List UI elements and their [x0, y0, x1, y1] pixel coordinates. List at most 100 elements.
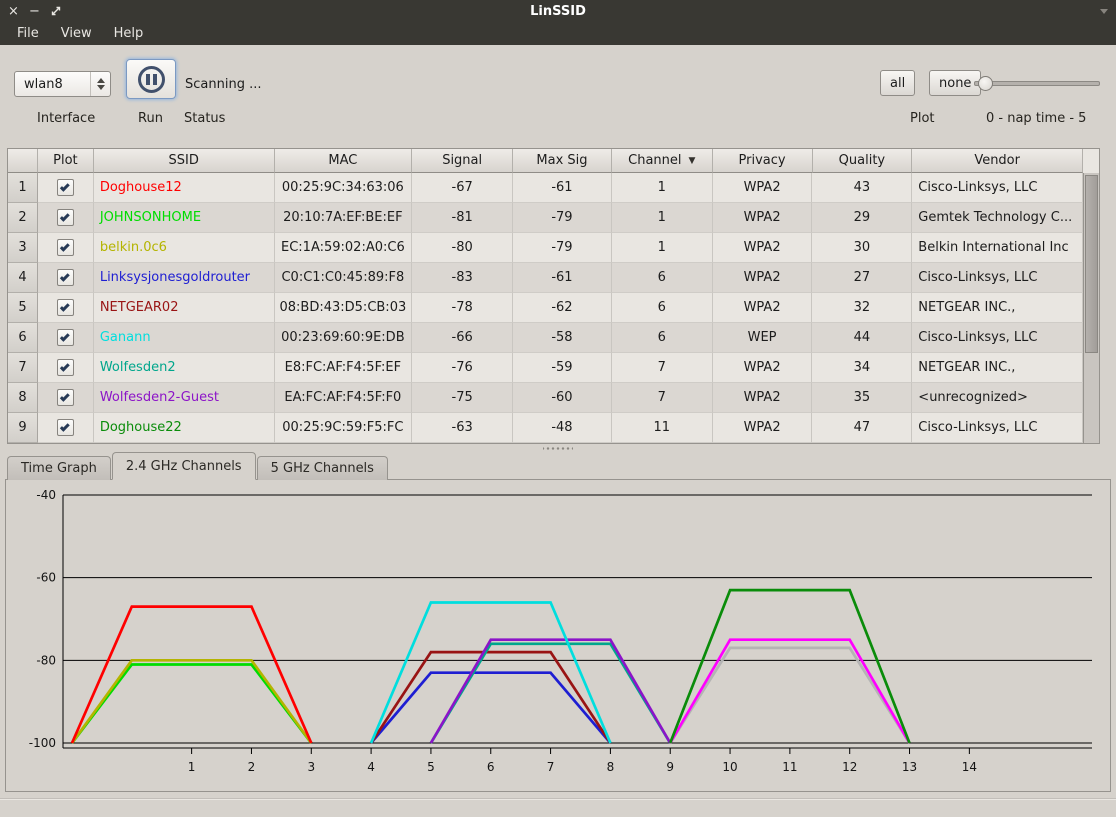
col-header-privacy[interactable]: Privacy — [713, 149, 813, 173]
col-header-label: Privacy — [739, 153, 786, 168]
cell-ssid: belkin.0c6 — [94, 233, 275, 263]
close-icon[interactable]: × — [6, 4, 21, 19]
cell-quality: 47 — [812, 413, 912, 443]
splitter-grip[interactable] — [543, 446, 573, 451]
svg-text:7: 7 — [547, 760, 555, 774]
pane-splitter[interactable] — [0, 444, 1116, 452]
table-row[interactable]: 1Doghouse1200:25:9C:34:63:06-67-611WPA24… — [8, 173, 1083, 203]
row-number: 9 — [8, 413, 38, 443]
plot-checkbox[interactable] — [57, 269, 74, 286]
col-header-quality[interactable]: Quality — [813, 149, 913, 173]
toolbar: wlan8 Scanning ... all none Interface Ru… — [0, 45, 1116, 140]
table-header: Plot SSID MAC Signal Max Sig Channel ▼ Privacy Q… — [8, 149, 1083, 173]
cell-ssid: Ganann — [94, 323, 275, 353]
maximize-icon[interactable] — [48, 4, 63, 19]
plot-checkbox[interactable] — [57, 419, 74, 436]
col-header-signal[interactable]: Signal — [412, 149, 513, 173]
plot-checkbox[interactable] — [57, 179, 74, 196]
menu-help[interactable]: Help — [103, 24, 155, 43]
table-row[interactable]: 5NETGEAR0208:BD:43:D5:CB:03-78-626WPA232… — [8, 293, 1083, 323]
svg-text:4: 4 — [367, 760, 375, 774]
col-header-vendor[interactable]: Vendor — [912, 149, 1083, 173]
channel-trace-doghouse22 — [670, 590, 909, 743]
svg-text:9: 9 — [666, 760, 674, 774]
col-header-label: Quality — [839, 153, 885, 168]
plot-checkbox[interactable] — [57, 359, 74, 376]
table-row[interactable]: 7Wolfesden2E8:FC:AF:F4:5F:EF-76-597WPA23… — [8, 353, 1083, 383]
plot-cell — [38, 203, 94, 233]
check-icon — [60, 272, 70, 282]
svg-text:8: 8 — [607, 760, 615, 774]
cell-max-sig: -48 — [513, 413, 612, 443]
channel-trace-linksysjonesgoldrouter — [371, 673, 610, 743]
col-header-label: SSID — [168, 153, 198, 168]
table-row[interactable]: 4LinksysjonesgoldrouterC0:C1:C0:45:89:F8… — [8, 263, 1083, 293]
naptime-slider[interactable] — [972, 70, 1102, 96]
tab-2-4-ghz-channels[interactable]: 2.4 GHz Channels — [112, 452, 256, 480]
plot-checkbox[interactable] — [57, 299, 74, 316]
table-row[interactable]: 9Doghouse2200:25:9C:59:F5:FC-63-4811WPA2… — [8, 413, 1083, 443]
plot-checkbox[interactable] — [57, 329, 74, 346]
tab-5-ghz-channels[interactable]: 5 GHz Channels — [257, 456, 388, 480]
col-header-channel[interactable]: Channel ▼ — [612, 149, 713, 173]
check-icon — [60, 422, 70, 432]
plot-checkbox[interactable] — [57, 239, 74, 256]
cell-mac: 08:BD:43:D5:CB:03 — [275, 293, 413, 323]
window-controls: × − — [6, 0, 63, 22]
minimize-icon[interactable]: − — [27, 4, 42, 19]
table-row[interactable]: 3belkin.0c6EC:1A:59:02:A0:C6-80-791WPA23… — [8, 233, 1083, 263]
network-table: Plot SSID MAC Signal Max Sig Channel ▼ Privacy Q… — [7, 148, 1100, 444]
tab-time-graph[interactable]: Time Graph — [7, 456, 111, 480]
cell-channel: 7 — [612, 383, 713, 413]
col-header-max-sig[interactable]: Max Sig — [513, 149, 612, 173]
cell-channel: 6 — [612, 293, 713, 323]
menu-file[interactable]: File — [6, 24, 50, 43]
cell-channel: 11 — [612, 413, 713, 443]
cell-ssid: Doghouse12 — [94, 173, 275, 203]
svg-text:-40: -40 — [36, 488, 56, 502]
svg-text:3: 3 — [307, 760, 315, 774]
cell-channel: 7 — [612, 353, 713, 383]
window-shade-icon[interactable] — [1100, 9, 1108, 14]
menu-view[interactable]: View — [50, 24, 103, 43]
sort-indicator-icon: ▼ — [689, 156, 696, 166]
col-header-label: Channel — [628, 153, 681, 168]
scrollbar-thumb[interactable] — [1085, 175, 1098, 353]
table-row[interactable]: 8Wolfesden2-GuestEA:FC:AF:F4:5F:F0-75-60… — [8, 383, 1083, 413]
pause-icon — [138, 66, 165, 93]
table-row[interactable]: 6Ganann00:23:69:60:9E:DB-66-586WEP44Cisc… — [8, 323, 1083, 353]
col-header-plot[interactable]: Plot — [38, 149, 94, 173]
run-pause-button[interactable] — [126, 59, 176, 99]
axes — [63, 495, 1092, 754]
table-scrollbar[interactable] — [1083, 173, 1099, 443]
channel-chart-pane: -40-60-80-1001234567891011121314 — [5, 479, 1111, 792]
plot-checkbox[interactable] — [57, 209, 74, 226]
col-header-ssid[interactable]: SSID — [94, 149, 275, 173]
svg-text:2: 2 — [248, 760, 256, 774]
col-header-label: Signal — [442, 153, 482, 168]
row-number: 5 — [8, 293, 38, 323]
plot-cell — [38, 323, 94, 353]
cell-max-sig: -60 — [513, 383, 612, 413]
cell-signal: -78 — [412, 293, 513, 323]
col-header-label: Vendor — [974, 153, 1020, 168]
plot-all-button[interactable]: all — [880, 70, 915, 96]
cell-quality: 27 — [812, 263, 912, 293]
col-header-label: Plot — [53, 153, 78, 168]
cell-channel: 1 — [612, 203, 713, 233]
col-header-label: MAC — [328, 153, 357, 168]
plot-cell — [38, 353, 94, 383]
slider-handle[interactable] — [978, 76, 993, 91]
cell-mac: 00:25:9C:34:63:06 — [275, 173, 413, 203]
plot-cell — [38, 263, 94, 293]
plot-checkbox[interactable] — [57, 389, 74, 406]
table-row[interactable]: 2JOHNSONHOME20:10:7A:EF:BE:EF-81-791WPA2… — [8, 203, 1083, 233]
plot-label: Plot — [910, 111, 935, 126]
cell-ssid: Linksysjonesgoldrouter — [94, 263, 275, 293]
cell-vendor: NETGEAR INC., — [912, 293, 1083, 323]
row-number: 2 — [8, 203, 38, 233]
cell-mac: 00:23:69:60:9E:DB — [275, 323, 413, 353]
interface-select[interactable]: wlan8 — [14, 71, 111, 97]
channel-trace-johnsonhome — [72, 665, 311, 744]
col-header-mac[interactable]: MAC — [275, 149, 413, 173]
